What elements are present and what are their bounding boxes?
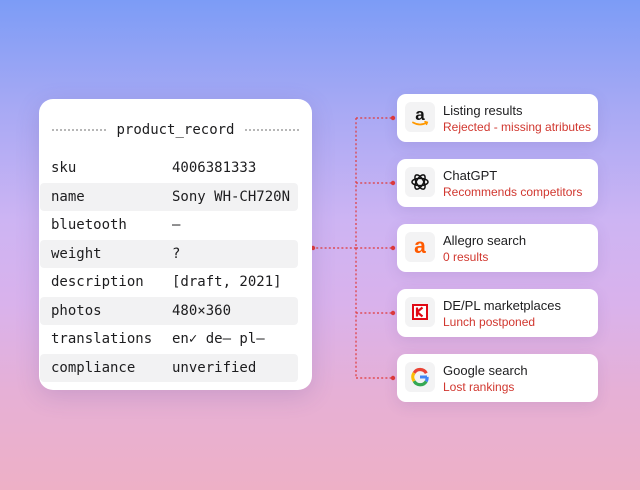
field-row-bluetooth: bluetooth — (40, 211, 298, 239)
field-key: photos (51, 303, 102, 319)
channel-title: Allegro search (443, 233, 527, 248)
channel-card-kaufland: DE/PL marketplaces Lunch postponed (397, 289, 598, 337)
field-value: 480×360 (172, 303, 232, 319)
field-key: sku (51, 160, 77, 176)
channel-card-amazon: a Listing results Rejected - missing atr… (397, 94, 598, 142)
channel-status: Recommends competitors (443, 185, 583, 199)
field-key: compliance (51, 360, 136, 376)
allegro-icon: a (405, 232, 435, 262)
title-divider-right (244, 129, 299, 131)
kaufland-icon (405, 297, 435, 327)
channel-card-chatgpt: ChatGPT Recommends competitors (397, 159, 598, 207)
svg-text:a: a (414, 236, 426, 258)
field-row-weight: weight ? (40, 240, 298, 268)
channel-status: Lost rankings (443, 380, 515, 394)
field-row-sku: sku 4006381333 (40, 154, 298, 182)
channel-title: Google search (443, 363, 528, 378)
amazon-icon: a (405, 102, 435, 132)
field-row-photos: photos 480×360 (40, 297, 298, 325)
field-value: [draft, 2021] (172, 274, 282, 290)
title-divider-left (52, 129, 107, 131)
field-value: unverified (172, 360, 257, 376)
record-title-label: product_record (116, 122, 235, 138)
field-value: en✓ de— pl— (172, 331, 265, 347)
svg-text:a: a (415, 106, 425, 124)
channel-status: Lunch postponed (443, 315, 536, 329)
field-row-compliance: compliance unverified (40, 354, 298, 382)
record-title: product_record (39, 119, 312, 141)
field-key: bluetooth (51, 217, 127, 233)
field-key: name (51, 189, 85, 205)
field-row-translations: translations en✓ de— pl— (40, 325, 298, 353)
channel-card-allegro: a Allegro search 0 results (397, 224, 598, 272)
channel-status: Rejected - missing atributes (443, 120, 592, 134)
field-value: — (172, 217, 181, 233)
field-key: description (51, 274, 144, 290)
product-record-card: product_record sku 4006381333 name Sony … (39, 99, 312, 390)
field-key: translations (51, 331, 153, 347)
field-row-name: name Sony WH-CH720N (40, 183, 298, 211)
chatgpt-icon (405, 167, 435, 197)
channel-status: 0 results (443, 250, 489, 264)
channel-title: DE/PL marketplaces (443, 298, 562, 313)
field-value: Sony WH-CH720N (172, 189, 291, 205)
field-key: weight (51, 246, 102, 262)
channel-title: Listing results (443, 103, 523, 118)
field-value: 4006381333 (172, 160, 257, 176)
channel-title: ChatGPT (443, 168, 498, 183)
channel-card-google: Google search Lost rankings (397, 354, 598, 402)
field-row-description: description [draft, 2021] (40, 268, 298, 296)
field-value: ? (172, 246, 181, 262)
google-icon (405, 362, 435, 392)
